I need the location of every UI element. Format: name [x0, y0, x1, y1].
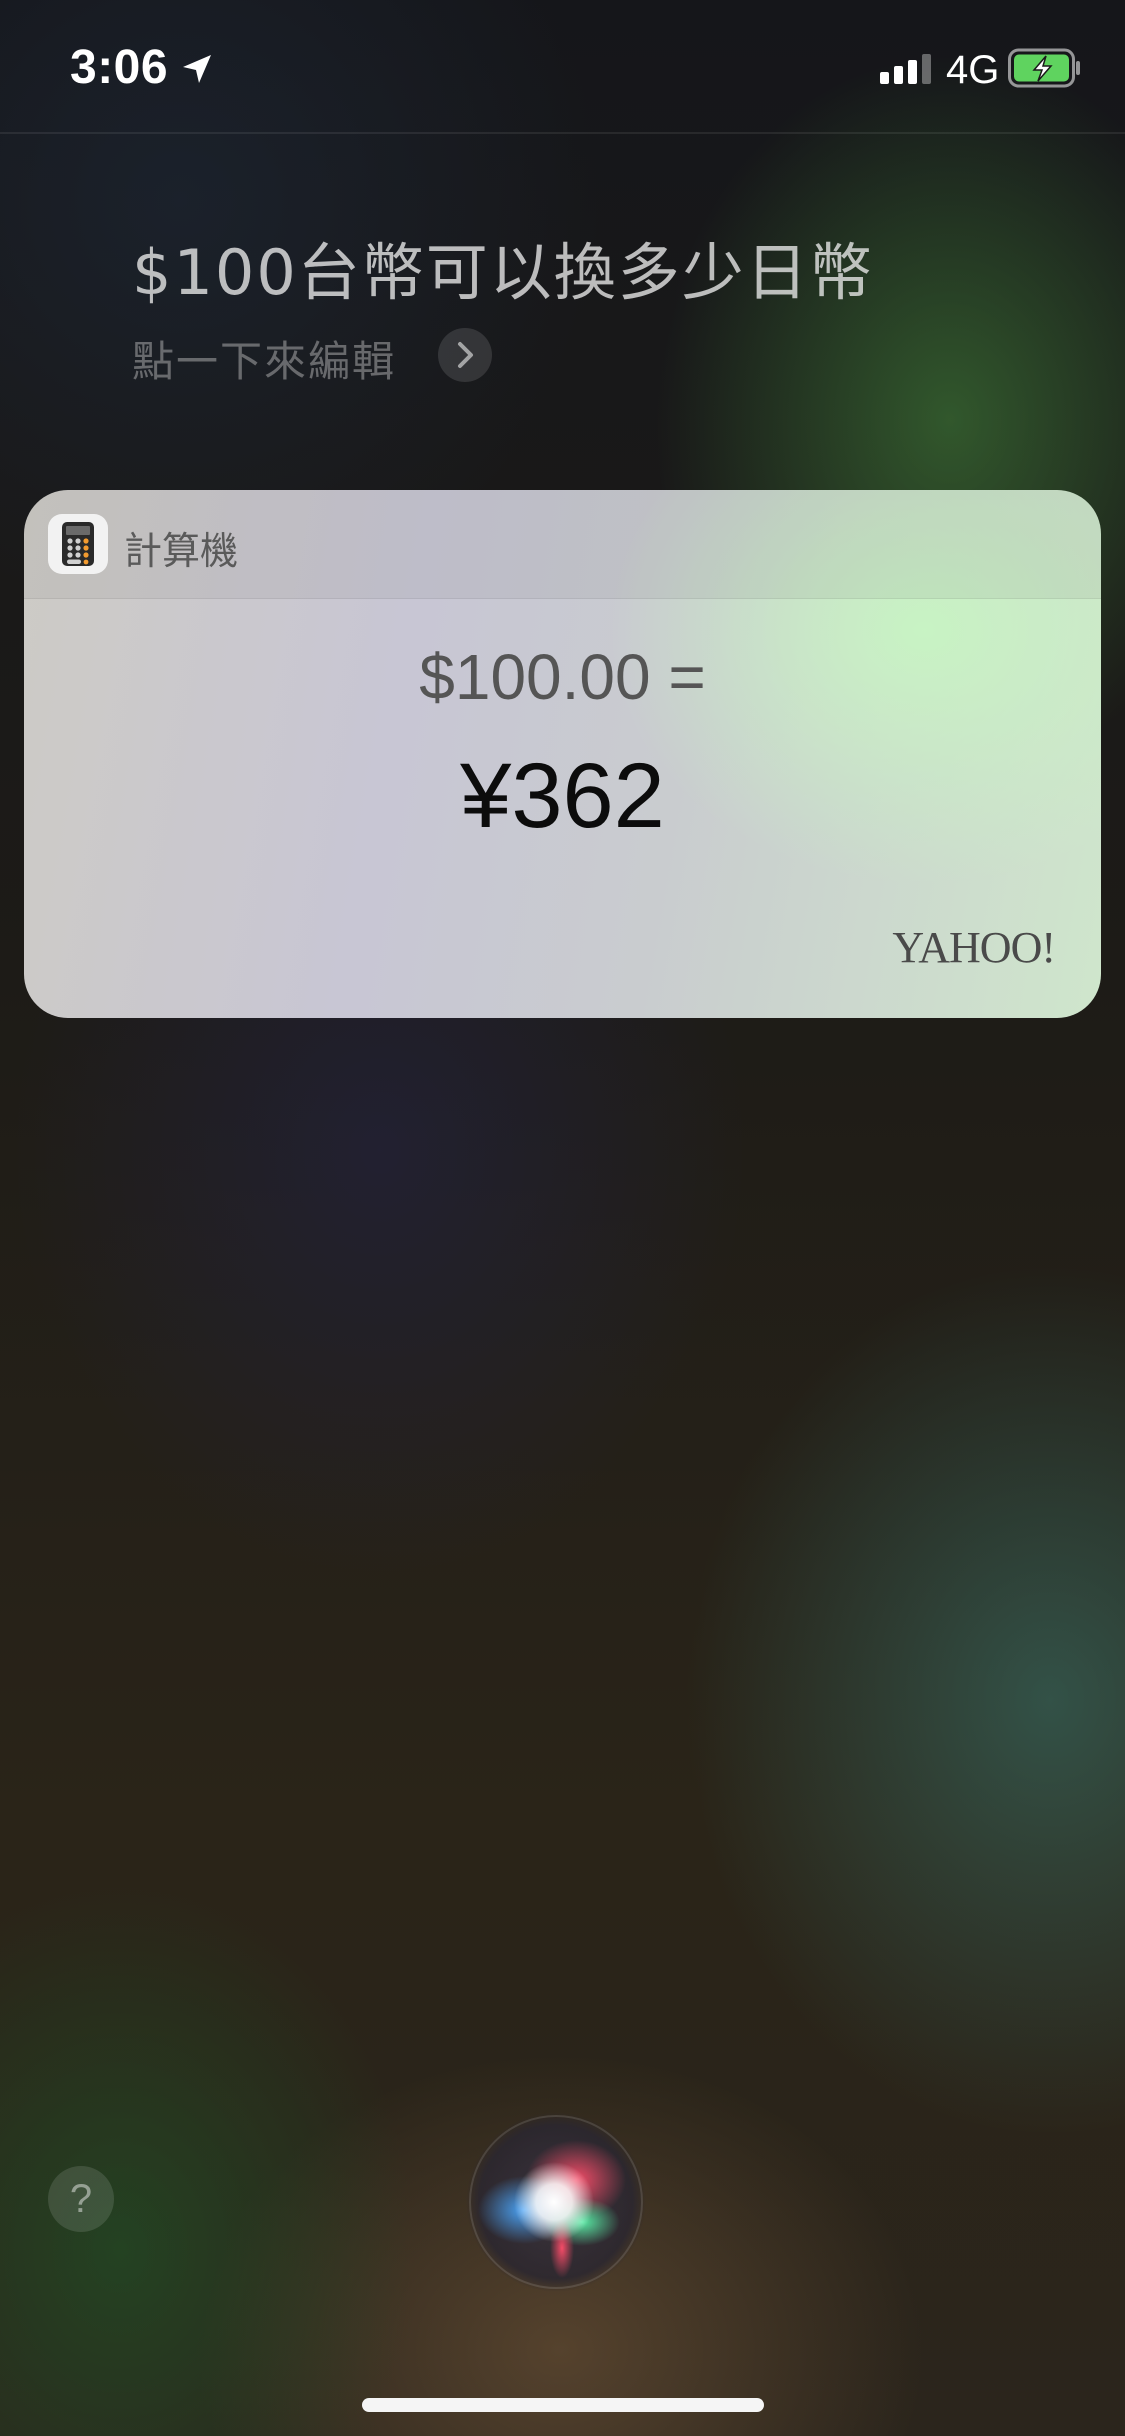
chevron-right-icon — [458, 342, 473, 368]
siri-query-text[interactable]: $100台幣可以換多少日幣 — [132, 222, 874, 312]
status-bar: 3:06 4G — [0, 0, 1125, 134]
card-header: 計算機 — [24, 490, 1101, 599]
calculator-app-icon — [48, 514, 108, 574]
conversion-result: ¥362 — [460, 745, 665, 847]
calculator-icon — [62, 522, 94, 566]
help-button[interactable]: ? — [48, 2166, 114, 2232]
siri-orb-icon[interactable] — [464, 2110, 648, 2294]
status-time: 3:06 — [70, 41, 169, 94]
tap-to-edit-hint[interactable]: 點一下來編輯 — [132, 328, 396, 389]
yahoo-logo[interactable]: YAHOO! — [892, 922, 1056, 973]
network-type: 4G — [946, 48, 1000, 92]
edit-query-button[interactable] — [438, 328, 492, 382]
battery-charging-icon — [1008, 48, 1080, 88]
signal-bars-icon — [880, 54, 931, 84]
location-arrow-icon — [183, 55, 211, 83]
app-name-label: 計算機 — [124, 529, 239, 573]
calculator-result-card[interactable]: 計算機 $100.00 = ¥362 YAHOO! — [24, 490, 1101, 1018]
conversion-input: $100.00 = — [419, 641, 706, 713]
home-indicator[interactable] — [362, 2398, 764, 2412]
